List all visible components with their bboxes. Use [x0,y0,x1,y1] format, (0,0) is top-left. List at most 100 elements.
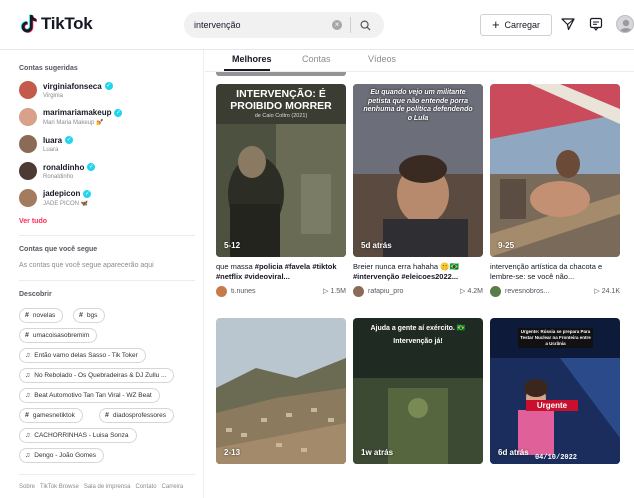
video-author[interactable]: rafapiu_pro [368,288,460,295]
overlay-subtitle: de Caio Coltro (2021) [254,113,308,119]
discover-tag[interactable]: ♫ No Rebolado - Os Quebradeiras & DJ Zull… [19,368,175,383]
video-caption[interactable]: intervenção artística da chacota e lembr… [490,262,620,282]
discover-tag-label: novelas [32,312,56,319]
avatar [19,108,37,126]
video-caption[interactable]: que massa #policia #favela #tiktok #netf… [216,262,346,282]
footer-link[interactable]: Carreira [162,484,184,490]
see-all-link[interactable]: Ver tudo [19,218,47,225]
discover-tag-label: Então vamo delas Sasso - Tik Toker [34,352,138,359]
tiktok-search-page: TikTok × + Carregar Contas sugeridas [0,0,634,498]
video-meta: rafapiu_pro ▷ 4.2M [353,285,483,297]
suggested-account[interactable]: virginiafonseca ✓ Virginia [19,78,199,102]
send-button[interactable] [560,16,576,32]
discover-tag[interactable]: # gamesnetiktok [19,408,83,423]
video-thumbnail[interactable]: 9-25 [490,84,620,257]
search-button[interactable] [354,14,376,36]
video-card[interactable]: Ajuda a gente aí exército. 🇧🇷 Intervençã… [353,318,483,464]
video-meta: revesnobros... ▷ 24.1K [490,285,620,297]
discover-tag[interactable]: ♫ Então vamo delas Sasso - Tik Toker [19,348,146,363]
search-divider [350,17,351,33]
verified-icon: ✓ [65,136,74,144]
caption-hashtags: #intervenção #eleicoes2022... [353,272,459,281]
footer-link[interactable]: Contato [136,484,157,490]
overlay-title: Urgente: Rússia se prepara Para Testar N… [518,328,593,348]
account-subtitle: Ronaldinho [43,173,74,180]
video-card[interactable]: 9-25 intervenção artística da chacota e … [490,84,620,297]
view-count: 1.5M [330,287,346,295]
footer-link[interactable]: TikTok Browse [40,484,79,490]
logo-text: TikTok [41,14,93,33]
account-subtitle: JADE PICON 🦋 [43,201,89,207]
video-thumbnail[interactable]: Ajuda a gente aí exército. 🇧🇷 Intervençã… [353,318,483,464]
discover-tag[interactable]: ♫ CACHORRINHAS - Luisa Sonza [19,428,137,443]
tab-top[interactable]: Melhores [232,54,272,64]
divider [19,474,195,475]
upload-button[interactable]: + Carregar [480,14,552,36]
video-timestamp: 6d atrás [498,448,529,457]
tiktok-logo[interactable]: TikTok [20,14,93,34]
video-thumbnail[interactable]: Eu quando vejo um militante petista que … [353,84,483,257]
music-icon: ♫ [25,372,31,379]
play-icon: ▷ [323,288,329,295]
plus-icon: + [491,17,500,32]
inbox-button[interactable] [588,16,604,32]
account-name: luara [43,135,63,145]
discover-tag-label: umacoisasobremim [32,332,90,339]
discover-tag-label: Dengo - João Gomes [34,452,97,459]
verified-icon: ✓ [87,163,96,171]
video-card[interactable]: Urgente: Rússia se prepara Para Testar N… [490,318,620,464]
footer-link[interactable]: Sala de imprensa [84,484,131,490]
discover-tag[interactable]: # umacoisasobremim [19,328,98,343]
profile-avatar[interactable] [616,15,634,33]
sidebar-footer: Sobre TikTok Browse Sala de imprensa Con… [19,484,183,490]
discover-tag[interactable]: # diadosprofessores [99,408,175,423]
verified-icon: ✓ [104,82,113,90]
overlay-subtitle: Urgente [526,400,578,411]
following-empty-text: As contas que você segue aparecerão aqui [19,262,154,269]
video-timestamp: 5-12 [224,241,241,250]
upload-label: Carregar [504,20,541,30]
tab-accounts[interactable]: Contas [302,54,331,64]
divider [19,280,195,281]
hashtag-icon: # [25,412,29,419]
video-card[interactable]: INTERVENÇÃO: É PROIBIDO MORRER de Caio C… [216,84,346,297]
video-thumbnail[interactable]: INTERVENÇÃO: É PROIBIDO MORRER de Caio C… [216,84,346,257]
video-author[interactable]: ti.nunes [231,288,323,295]
search-input[interactable] [184,20,332,30]
video-caption[interactable]: Breier nunca erra hahaha 🤫🇧🇷 #intervençã… [353,262,483,282]
suggested-account[interactable]: marimariamakeup ✓ Mari Maria Makeup 💅 [19,105,199,129]
video-thumbnail[interactable]: Urgente: Rússia se prepara Para Testar N… [490,318,620,464]
video-meta: ti.nunes ▷ 1.5M [216,285,346,297]
discover-tag-label: No Rebolado - Os Quebradeiras & DJ Zullu… [34,372,167,379]
footer-link[interactable]: Sobre [19,484,35,490]
music-icon: ♫ [25,352,31,359]
clear-icon[interactable]: × [332,20,342,30]
video-card[interactable]: 2-13 [216,318,346,464]
video-card[interactable]: Eu quando vejo um militante petista que … [353,84,483,297]
music-icon: ♫ [25,392,31,399]
discover-tag[interactable]: # novelas [19,308,64,323]
suggested-accounts-title: Contas sugeridas [19,65,78,72]
video-author[interactable]: revesnobros... [505,288,594,295]
hashtag-icon: # [105,412,109,419]
discover-tag[interactable]: ♫ Beat Automotivo Tan Tan Viral - WZ Beat [19,388,160,403]
avatar[interactable] [490,285,501,297]
avatar[interactable] [216,285,227,297]
suggested-account[interactable]: luara ✓ Luara [19,132,199,156]
play-icon: ▷ [594,288,600,295]
suggested-account[interactable]: jadepicon ✓ JADE PICON 🦋 [19,186,199,210]
account-name: marimariamakeup [43,108,112,117]
discover-tag-label: Beat Automotivo Tan Tan Viral - WZ Beat [34,392,152,399]
hashtag-icon: # [25,312,29,319]
video-thumbnail[interactable]: 2-13 [216,318,346,464]
video-timestamp: 1w atrás [361,448,394,457]
discover-tag-label: gamesnetiktok [32,412,75,419]
account-subtitle: Luara [43,146,59,153]
discover-tag[interactable]: # bgs [73,308,106,323]
tab-videos[interactable]: Vídeos [368,54,396,64]
discover-tag[interactable]: ♫ Dengo - João Gomes [19,448,105,463]
video-thumbnail-image [216,318,346,464]
avatar[interactable] [353,285,364,297]
caption-text: Breier nunca erra hahaha 🤫🇧🇷 [353,262,459,271]
suggested-account[interactable]: ronaldinho ✓ Ronaldinho [19,159,199,183]
